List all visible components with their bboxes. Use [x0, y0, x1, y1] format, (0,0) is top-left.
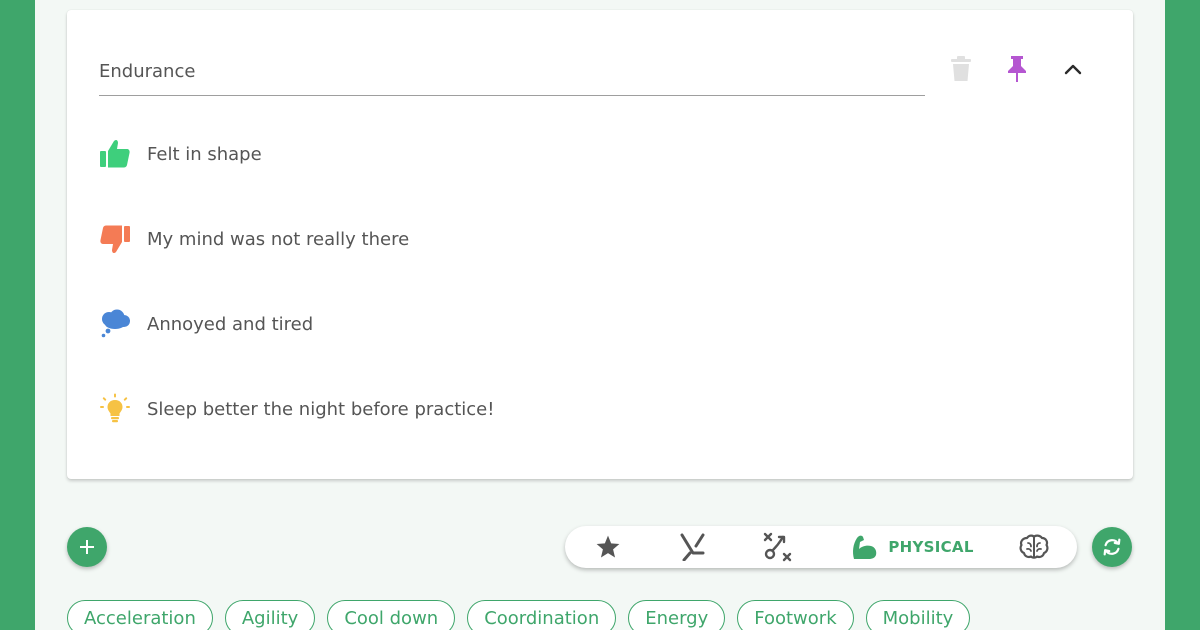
refresh-icon [1103, 538, 1121, 556]
brain-icon [1019, 534, 1049, 559]
collapse-button[interactable] [1053, 49, 1093, 89]
feeling-row: Annoyed and tired [99, 307, 313, 341]
tag-chip[interactable]: Coordination [467, 600, 617, 630]
good-row: Felt in shape [99, 137, 262, 171]
hockey-stick-icon [680, 533, 705, 561]
star-icon [596, 535, 620, 558]
technique-button[interactable] [672, 526, 714, 568]
flexed-arm-icon [853, 535, 877, 559]
bad-row: My mind was not really there [99, 222, 409, 256]
tactics-button[interactable] [757, 526, 799, 568]
bad-text: My mind was not really there [147, 228, 410, 250]
thought-bubble-icon [99, 308, 131, 340]
tag-chip[interactable]: Footwork [737, 600, 854, 630]
improvement-row: Sleep better the night before practice! [99, 392, 494, 426]
delete-button[interactable] [941, 49, 981, 89]
tag-chip[interactable]: Cool down [327, 600, 456, 630]
good-text: Felt in shape [147, 143, 262, 165]
favorites-button[interactable] [587, 526, 629, 568]
tactics-icon [763, 532, 792, 562]
pin-icon [1008, 56, 1026, 82]
physical-button[interactable]: PHYSICAL [847, 526, 977, 568]
lightbulb-icon [99, 393, 131, 425]
plus-icon [80, 540, 94, 554]
entry-card: Felt in shape My mind was not really the… [67, 10, 1133, 479]
pin-button[interactable] [997, 49, 1037, 89]
thumbs-up-icon [99, 138, 131, 170]
category-toolbar: PHYSICAL [565, 526, 1077, 568]
tag-chip[interactable]: Energy [628, 600, 726, 630]
tag-chip[interactable]: Mobility [865, 600, 971, 630]
tag-list: Acceleration Agility Cool down Coordinat… [67, 600, 971, 630]
mental-button[interactable] [1013, 526, 1055, 568]
add-button[interactable] [67, 527, 107, 567]
feeling-text: Annoyed and tired [147, 313, 314, 335]
improvement-text: Sleep better the night before practice! [147, 398, 495, 420]
physical-label: PHYSICAL [888, 538, 974, 556]
tag-chip[interactable]: Agility [224, 600, 316, 630]
refresh-button[interactable] [1092, 527, 1132, 567]
entry-title-input[interactable] [99, 54, 925, 96]
trash-icon [951, 56, 971, 81]
thumbs-down-icon [99, 223, 131, 255]
chevron-up-icon [1064, 64, 1082, 75]
main-panel: Felt in shape My mind was not really the… [35, 0, 1165, 630]
tag-chip[interactable]: Acceleration [67, 600, 213, 630]
